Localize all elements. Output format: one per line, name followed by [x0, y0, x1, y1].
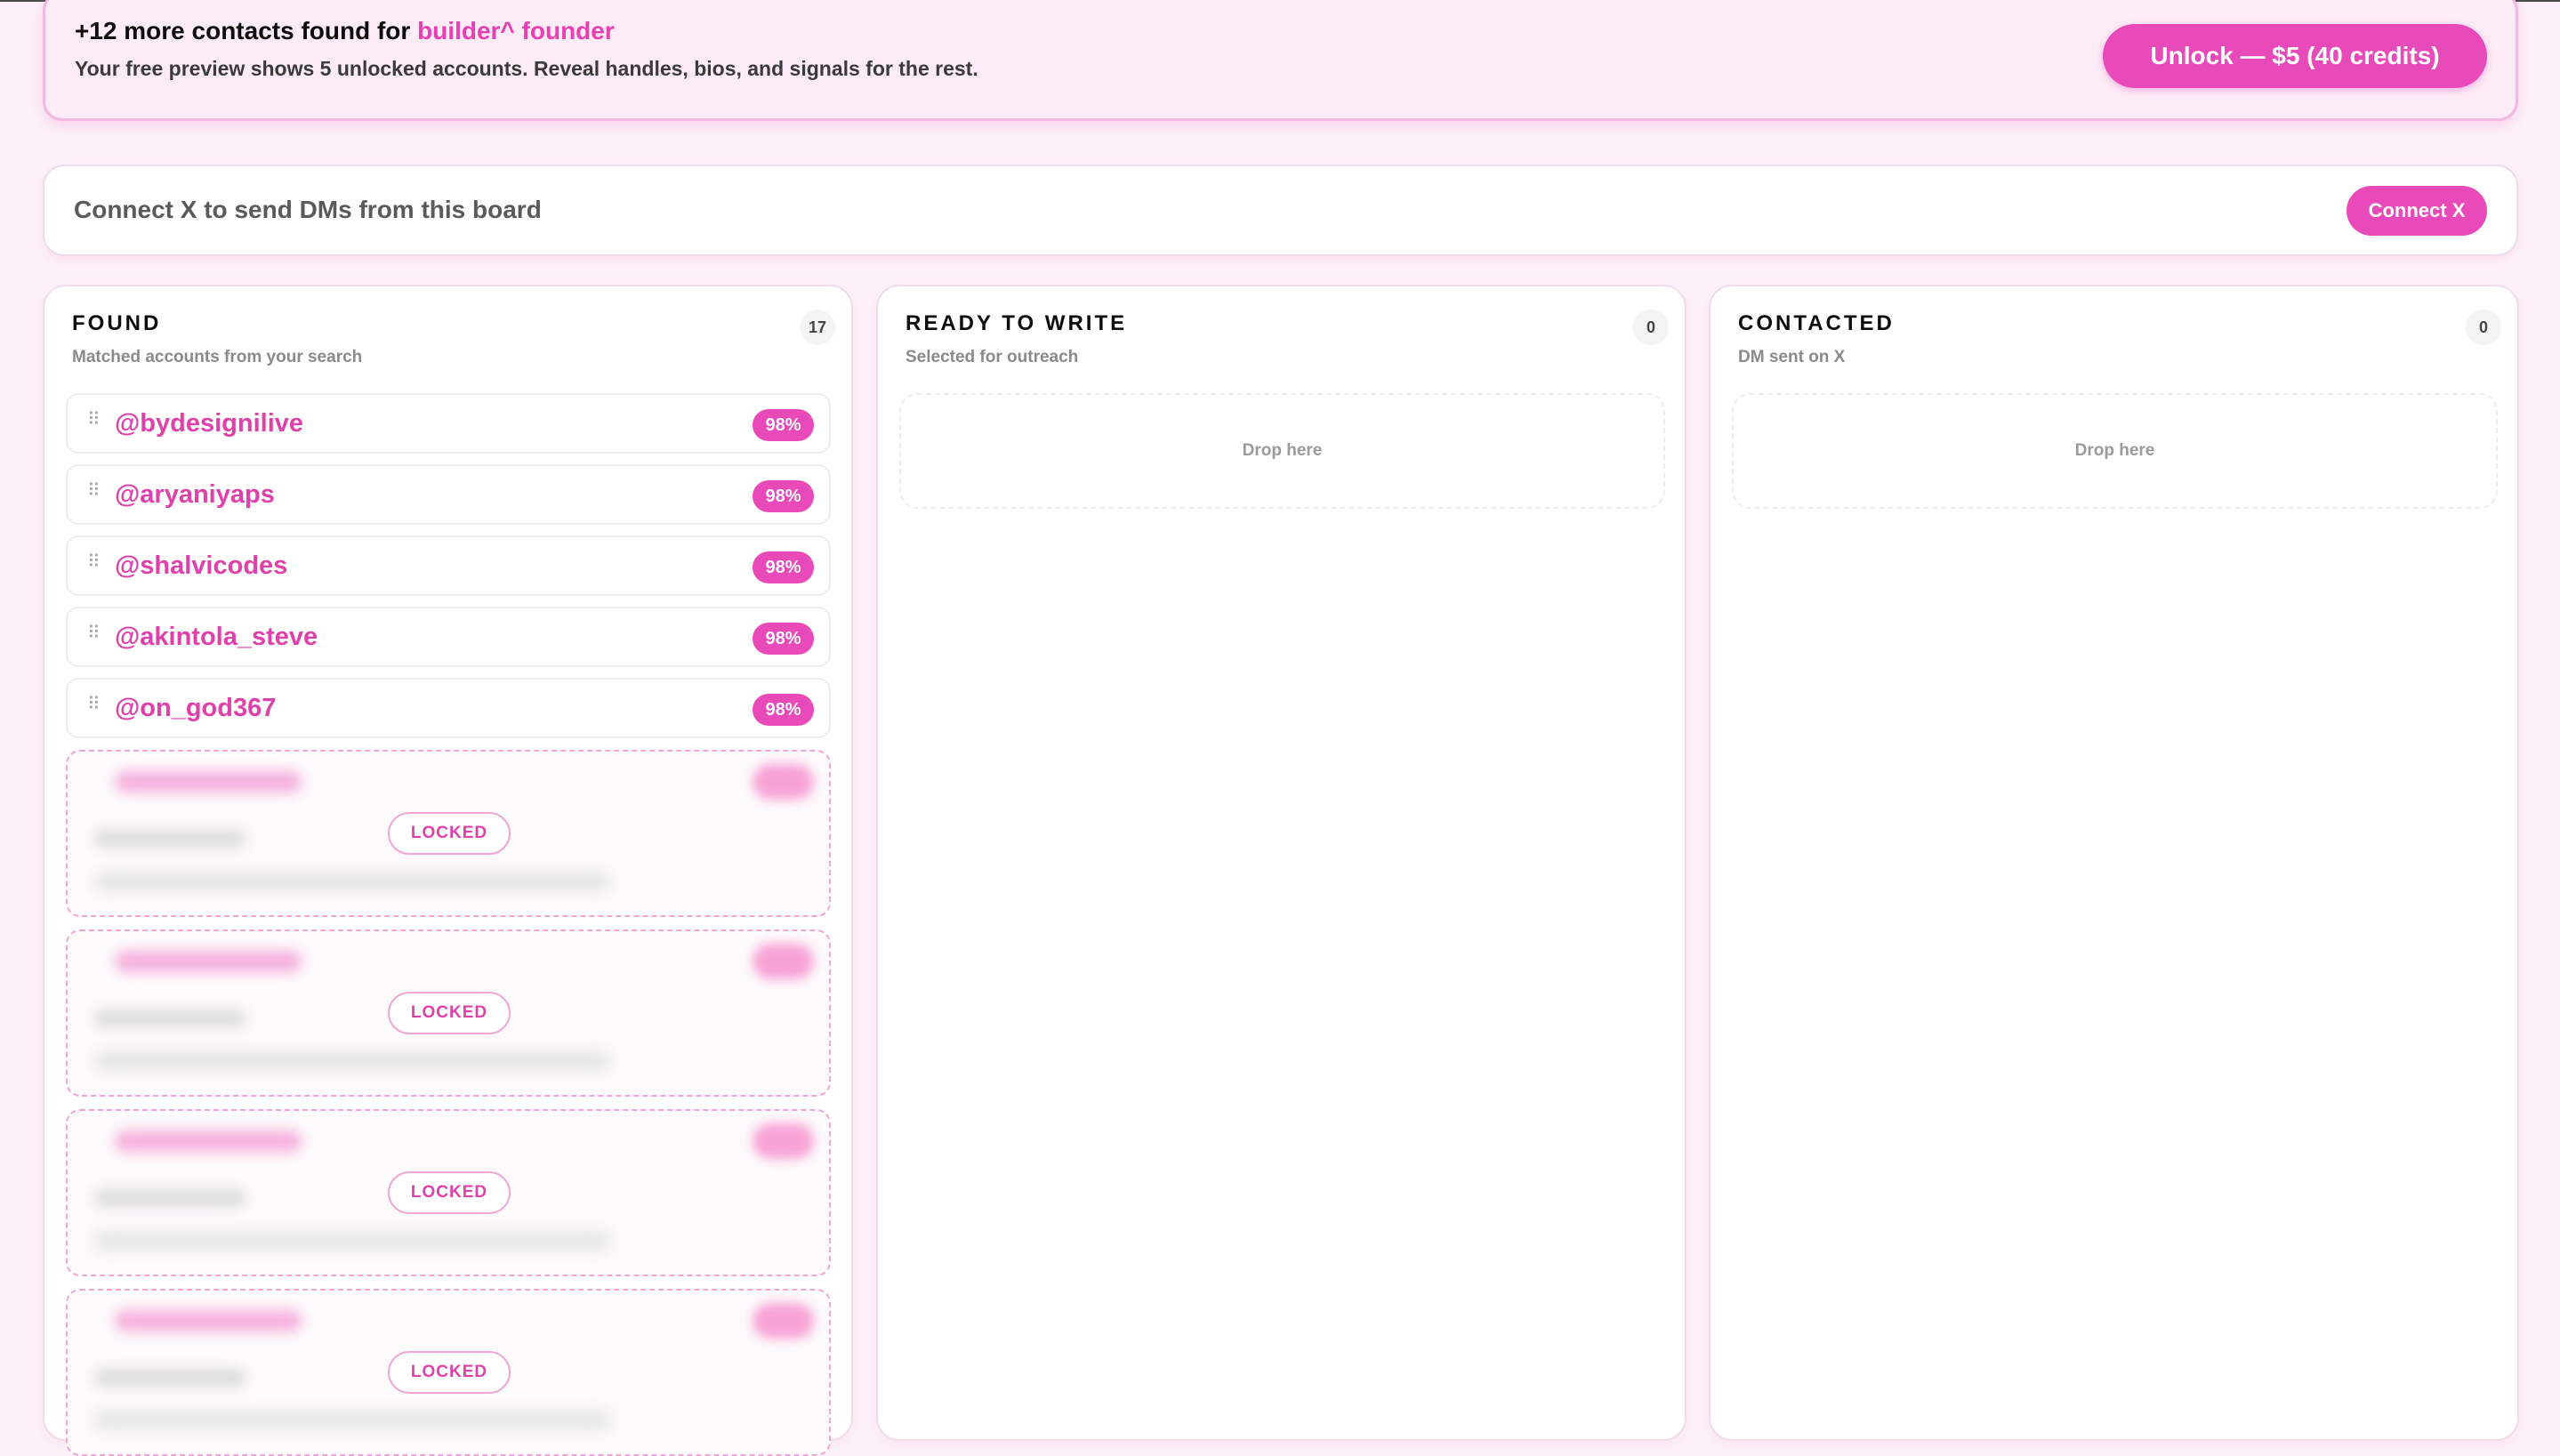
locked-badge[interactable]: LOCKED	[388, 992, 511, 1034]
blurred-score	[753, 1123, 814, 1159]
blurred-bio	[94, 873, 610, 890]
column-count-badge: 0	[1633, 310, 1669, 345]
drop-zone[interactable]: Drop here	[1732, 393, 2498, 509]
column-count-badge: 17	[799, 310, 835, 345]
blurred-role	[94, 830, 246, 848]
drag-handle-icon[interactable]: ⠿	[87, 553, 101, 571]
locked-contact-card[interactable]: LOCKED	[66, 750, 831, 917]
match-score-badge: 98%	[753, 551, 814, 583]
blurred-bio	[94, 1232, 610, 1250]
column-ready-to-write: READY TO WRITE Selected for outreach 0 D…	[876, 285, 1687, 1441]
contact-handle[interactable]: @aryaniyaps	[115, 480, 275, 510]
contact-handle[interactable]: @shalvicodes	[115, 551, 287, 581]
contact-card[interactable]: ⠿ @shalvicodes 98%	[66, 535, 831, 596]
locked-badge[interactable]: LOCKED	[388, 1171, 511, 1214]
match-score-badge: 98%	[753, 409, 814, 441]
column-count-badge: 0	[2466, 310, 2501, 345]
match-score-badge: 98%	[753, 480, 814, 512]
column-title: READY TO WRITE	[906, 311, 1128, 335]
column-subtitle: Selected for outreach	[906, 348, 1079, 366]
column-subtitle: Matched accounts from your search	[72, 348, 363, 366]
contact-handle[interactable]: @akintola_steve	[115, 623, 318, 652]
contact-handle[interactable]: @bydesignilive	[115, 409, 303, 438]
locked-contact-card[interactable]: LOCKED	[66, 929, 831, 1097]
blurred-score	[753, 764, 814, 800]
drop-zone[interactable]: Drop here	[899, 393, 1665, 509]
locked-contact-card[interactable]: LOCKED	[66, 1109, 831, 1276]
column-found: FOUND Matched accounts from your search …	[43, 285, 853, 1456]
blurred-role	[94, 1369, 246, 1387]
blurred-handle	[115, 1310, 302, 1331]
blurred-bio	[94, 1412, 610, 1429]
unlock-button[interactable]: Unlock — $5 (40 credits)	[2103, 24, 2487, 88]
blurred-bio	[94, 1052, 610, 1070]
unlock-banner: +12 more contacts found for builder^ fou…	[43, 0, 2518, 121]
match-score-badge: 98%	[753, 694, 814, 726]
column-subtitle: DM sent on X	[1738, 348, 1846, 366]
blurred-handle	[115, 771, 302, 792]
blurred-score	[753, 944, 814, 979]
drag-handle-icon[interactable]: ⠿	[87, 696, 101, 713]
column-title: FOUND	[72, 311, 162, 335]
locked-contact-card[interactable]: LOCKED	[66, 1289, 831, 1456]
column-title: CONTACTED	[1738, 311, 1895, 335]
connect-x-bar: Connect X to send DMs from this board Co…	[43, 165, 2518, 256]
contact-card[interactable]: ⠿ @aryaniyaps 98%	[66, 464, 831, 525]
blurred-handle	[115, 951, 302, 972]
drag-handle-icon[interactable]: ⠿	[87, 482, 101, 500]
locked-badge[interactable]: LOCKED	[388, 1351, 511, 1394]
contact-card[interactable]: ⠿ @bydesignilive 98%	[66, 393, 831, 454]
banner-subtitle: Your free preview shows 5 unlocked accou…	[75, 57, 978, 80]
locked-badge[interactable]: LOCKED	[388, 812, 511, 855]
connect-x-text: Connect X to send DMs from this board	[74, 196, 542, 223]
blurred-handle	[115, 1130, 302, 1152]
drag-handle-icon[interactable]: ⠿	[87, 411, 101, 429]
search-query: builder^ founder	[417, 17, 615, 44]
contact-card[interactable]: ⠿ @akintola_steve 98%	[66, 607, 831, 667]
blurred-role	[94, 1010, 246, 1027]
connect-x-button[interactable]: Connect X	[2347, 186, 2487, 236]
blurred-role	[94, 1189, 246, 1207]
banner-title-prefix: +12 more contacts found for	[75, 17, 418, 44]
match-score-badge: 98%	[753, 623, 814, 655]
column-contacted: CONTACTED DM sent on X 0 Drop here	[1709, 285, 2519, 1441]
contact-handle[interactable]: @on_god367	[115, 694, 276, 723]
contact-card[interactable]: ⠿ @on_god367 98%	[66, 678, 831, 738]
banner-title: +12 more contacts found for builder^ fou…	[75, 17, 615, 45]
blurred-score	[753, 1303, 814, 1339]
drag-handle-icon[interactable]: ⠿	[87, 624, 101, 642]
